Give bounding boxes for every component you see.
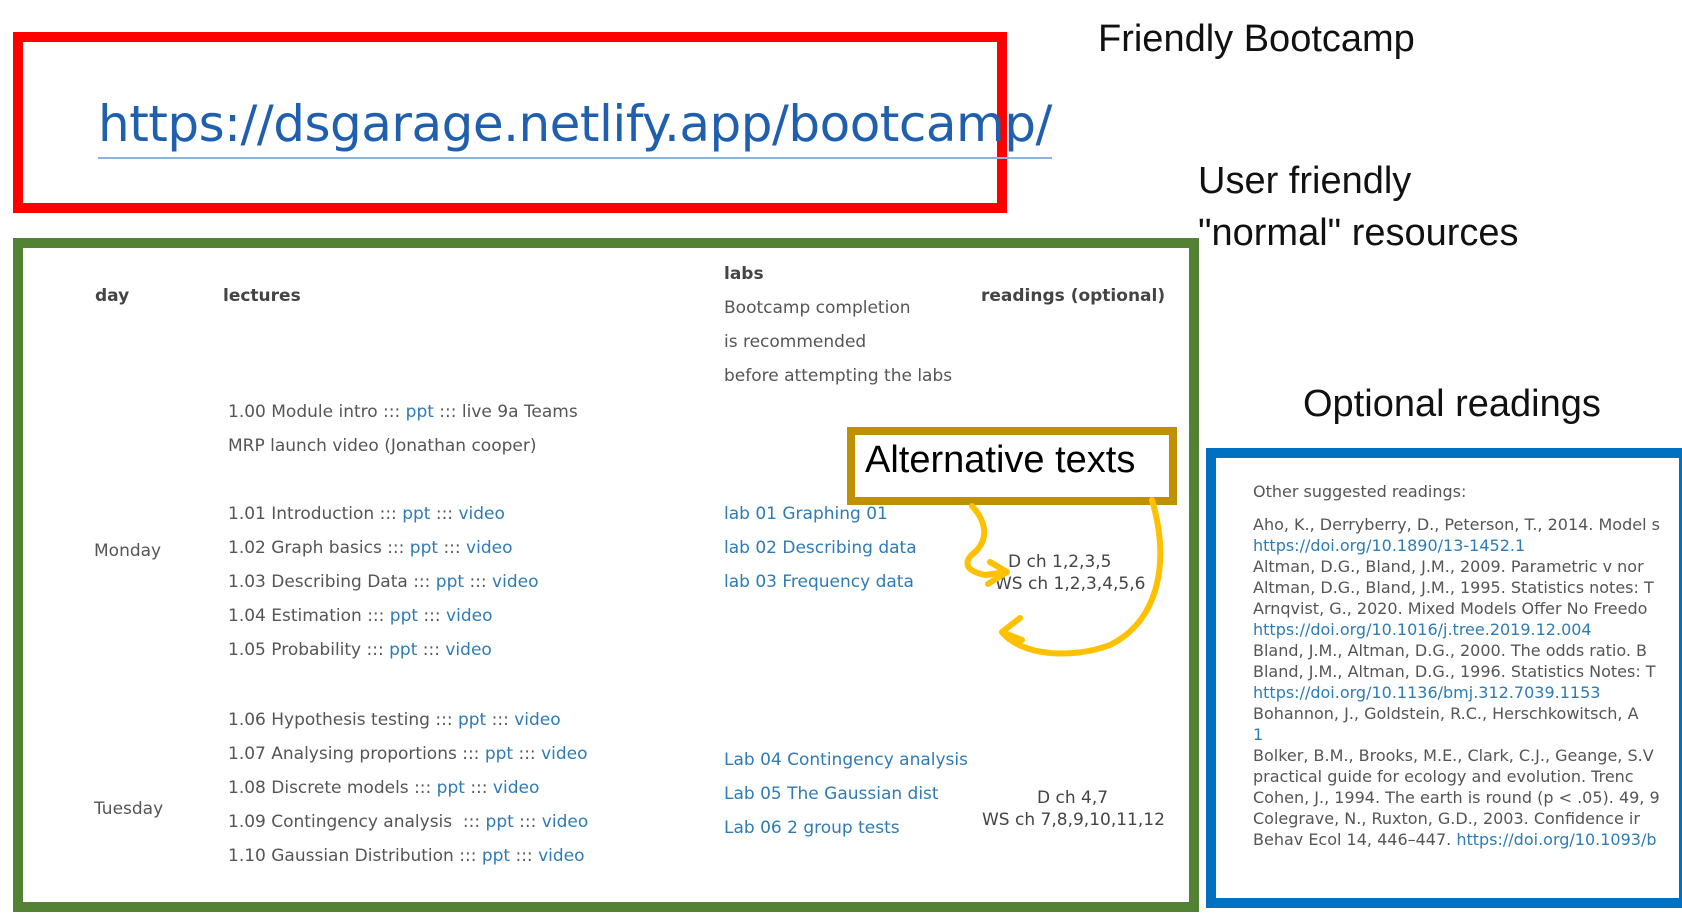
reference-link[interactable]: 1 bbox=[1253, 725, 1263, 744]
readings-heading: Other suggested readings: bbox=[1253, 482, 1467, 501]
reference: Aho, K., Derryberry, D., Peterson, T., 2… bbox=[1253, 515, 1660, 534]
reference: Bland, J.M., Altman, D.G., 1996. Statist… bbox=[1253, 662, 1656, 681]
reference: Bland, J.M., Altman, D.G., 2000. The odd… bbox=[1253, 641, 1648, 660]
optional-readings-box: Other suggested readings: Aho, K., Derry… bbox=[1206, 448, 1682, 908]
reference-doi-link[interactable]: https://doi.org/10.1136/bmj.312.7039.115… bbox=[1253, 683, 1600, 702]
reference: Bolker, B.M., Brooks, M.E., Clark, C.J.,… bbox=[1253, 746, 1654, 765]
reference-doi-link[interactable]: https://doi.org/10.1016/j.tree.2019.12.0… bbox=[1253, 620, 1592, 639]
reference: Colegrave, N., Ruxton, G.D., 2003. Confi… bbox=[1253, 809, 1640, 828]
reference: Arnqvist, G., 2020. Mixed Models Offer N… bbox=[1253, 599, 1648, 618]
arrow-to-d-reading bbox=[964, 503, 1010, 587]
reference: Altman, D.G., Bland, J.M., 1995. Statist… bbox=[1253, 578, 1654, 597]
reference: Cohen, J., 1994. The earth is round (p <… bbox=[1253, 788, 1660, 807]
reference: practical guide for ecology and evolutio… bbox=[1253, 767, 1634, 786]
reference: Behav Ecol 14, 446–447. https://doi.org/… bbox=[1253, 830, 1657, 849]
reference-text: Behav Ecol 14, 446–447. bbox=[1253, 830, 1457, 849]
reference: Bohannon, J., Goldstein, R.C., Herschkow… bbox=[1253, 704, 1639, 723]
reference-doi-link[interactable]: https://doi.org/10.1890/13-1452.1 bbox=[1253, 536, 1525, 555]
reference: Altman, D.G., Bland, J.M., 2009. Paramet… bbox=[1253, 557, 1644, 576]
arrow-to-ws-reading bbox=[999, 497, 1164, 657]
reference-doi-link[interactable]: https://doi.org/10.1093/b bbox=[1456, 830, 1656, 849]
